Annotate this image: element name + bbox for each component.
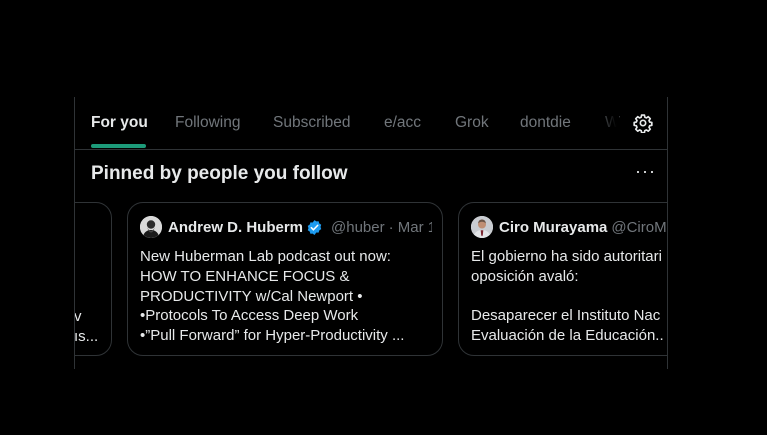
timeline-panel: For you Following Subscribed e/acc Grok …: [74, 97, 668, 369]
post-text-line: Evaluación de la Educación..: [471, 327, 664, 345]
post-text-line: Desaparecer el Instituto Nac: [471, 307, 661, 325]
pinned-post-card-huberman[interactable]: Andrew D. Huberm @huber · Mar 11 New Hub…: [127, 202, 443, 356]
post-text-line: ıs...: [74, 327, 99, 345]
more-icon[interactable]: ···: [635, 161, 656, 182]
timeline-tabs: For you Following Subscribed e/acc Grok …: [75, 97, 667, 150]
gear-icon[interactable]: [632, 112, 654, 134]
post-text-line: oposición avaló:: [471, 267, 579, 285]
tab-dontdie[interactable]: dontdie: [520, 114, 571, 132]
post-text-line: •”Pull Forward” for Hyper-Productivity .…: [140, 327, 405, 345]
tab-for-you[interactable]: For you: [91, 114, 148, 132]
tab-grok[interactable]: Grok: [455, 114, 489, 132]
post-text-line: HOW TO ENHANCE FOCUS &: [140, 267, 350, 285]
post-text: El gobierno ha sido autoritari oposición…: [471, 247, 667, 346]
avatar[interactable]: [471, 216, 493, 238]
tab-following[interactable]: Following: [175, 114, 240, 132]
avatar[interactable]: [140, 216, 162, 238]
post-text-line: •Protocols To Access Deep Work: [140, 307, 359, 325]
post-text-line: El gobierno ha sido autoritari: [471, 248, 662, 265]
post-header: Andrew D. Huberm @huber · Mar 11: [140, 215, 432, 239]
pinned-section-title: Pinned by people you follow: [91, 163, 348, 184]
tab-subscribed[interactable]: Subscribed: [273, 114, 351, 132]
pinned-post-card-ciro[interactable]: Ciro Murayama @CiroMu El gobierno ha sid…: [458, 202, 667, 356]
post-author-name[interactable]: Ciro Murayama: [499, 219, 607, 236]
post-author-name[interactable]: Andrew D. Huberm: [168, 219, 303, 236]
post-text-line: v: [74, 308, 82, 325]
pinned-post-card-left[interactable]: v ıs...: [74, 202, 112, 356]
tab-e-acc[interactable]: e/acc: [384, 114, 421, 132]
active-tab-indicator: [91, 144, 146, 148]
post-text-line: New Huberman Lab podcast out now:: [140, 248, 391, 265]
post-header: Ciro Murayama @CiroMu: [471, 215, 667, 239]
post-date[interactable]: · Mar 11: [389, 219, 432, 236]
post-author-handle[interactable]: @huber: [331, 219, 385, 236]
verified-badge-icon: [306, 219, 323, 236]
post-text: v ıs...: [74, 307, 103, 347]
post-author-handle[interactable]: @CiroMu: [611, 219, 667, 236]
post-text: New Huberman Lab podcast out now: HOW TO…: [140, 247, 434, 346]
tabs-fade-overlay: [595, 97, 619, 149]
post-text-line: PRODUCTIVITY w/Cal Newport •: [140, 287, 363, 305]
